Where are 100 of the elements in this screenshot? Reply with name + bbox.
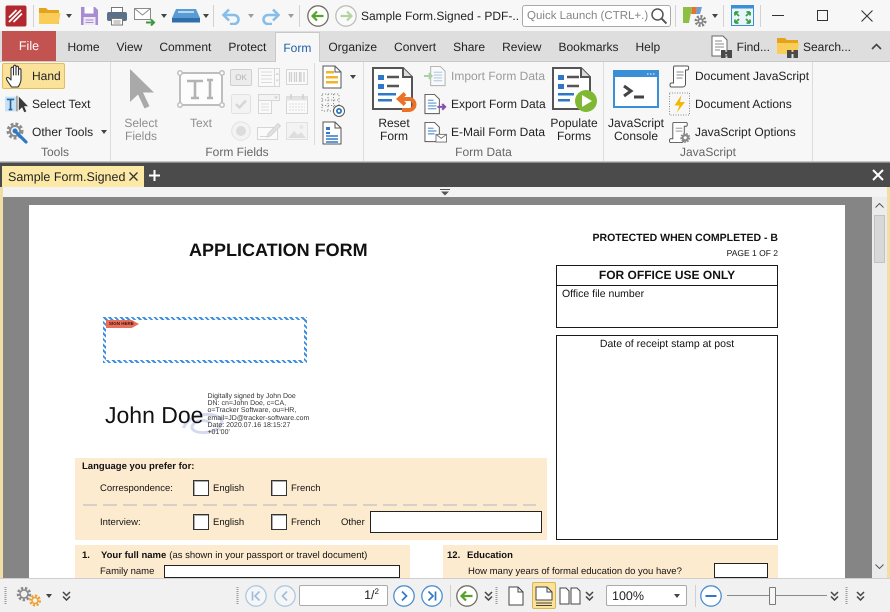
hand-tool-button[interactable]: Hand	[2, 63, 65, 89]
export-document-icon[interactable]	[424, 93, 447, 115]
document-actions-button[interactable]: Document Actions	[665, 91, 796, 117]
checkbox[interactable]	[271, 514, 287, 530]
javascript-console-button[interactable]: JavaScript Console	[607, 63, 665, 143]
caret-icon[interactable]	[161, 14, 167, 18]
zoom-dropdown[interactable]: 100%	[606, 585, 687, 606]
menu-tab[interactable]: Review	[494, 32, 550, 61]
quick-launch-field[interactable]: Quick Launch (CTRL+.)	[522, 4, 672, 26]
close-icon[interactable]	[129, 172, 138, 181]
document-play-icon[interactable]	[550, 65, 598, 113]
wrench-gear-icon[interactable]	[5, 120, 28, 144]
other-tools-button[interactable]: Other Tools	[2, 119, 112, 145]
caret-icon[interactable]	[203, 14, 209, 18]
overflow-chevron-icon[interactable]	[585, 590, 594, 600]
last-page-icon[interactable]	[421, 584, 443, 606]
menu-tab[interactable]: Home	[59, 32, 108, 61]
toolbar-grip-icon[interactable]	[495, 586, 498, 604]
continuous-page-icon[interactable]	[535, 586, 553, 606]
folder-binoculars-icon[interactable]	[776, 35, 800, 59]
menu-tab[interactable]: Convert	[386, 32, 445, 61]
plus-icon[interactable]	[149, 170, 160, 180]
scrollbar-thumb[interactable]	[874, 215, 885, 263]
app-logo-icon[interactable]	[5, 4, 27, 26]
language-row-label: Correspondence:	[100, 482, 174, 494]
section-number: 1.	[82, 550, 91, 560]
checkbox[interactable]	[271, 480, 287, 496]
reset-form-icon[interactable]	[370, 65, 418, 113]
section-title: Education	[467, 550, 513, 560]
toolbar-grip-icon[interactable]	[236, 586, 239, 604]
option-label: English	[213, 482, 244, 494]
overflow-chevron-icon[interactable]	[856, 590, 865, 600]
menu-tab[interactable]: Organize	[320, 32, 386, 61]
document-icon[interactable]	[321, 121, 343, 145]
document-javascript-button[interactable]: Document JavaScript	[665, 63, 814, 89]
menu-tab[interactable]: Share	[444, 32, 494, 61]
caret-icon[interactable]	[101, 130, 108, 134]
envelope-icon[interactable]	[134, 6, 156, 26]
scanner-icon[interactable]	[171, 8, 201, 23]
toolbar-grip-icon[interactable]	[4, 586, 7, 604]
zoom-out-icon[interactable]	[700, 584, 722, 606]
printer-icon[interactable]	[106, 6, 128, 26]
page-number-field[interactable]: 1/$^{2}$	[299, 585, 388, 606]
single-page-icon[interactable]	[508, 586, 524, 606]
scroll-up-icon[interactable]	[875, 203, 884, 208]
reset-form-button[interactable]: Reset Form	[368, 63, 420, 143]
caret-icon[interactable]	[46, 594, 52, 598]
form-document-icon[interactable]	[321, 65, 343, 89]
office-box-title: FOR OFFICE USE ONLY	[557, 266, 777, 286]
lightning-icon[interactable]	[668, 92, 691, 116]
scroll-gear-icon[interactable]	[668, 120, 691, 144]
populate-forms-button[interactable]: Populate Forms	[548, 63, 600, 143]
menu-tab[interactable]: View	[108, 32, 151, 61]
vertical-scrollbar[interactable]	[872, 197, 887, 578]
export-form-data-button[interactable]: Export Form Data	[421, 91, 550, 117]
dotted-grid-eye-icon[interactable]	[321, 93, 345, 117]
document-tab[interactable]: Sample Form.Signed	[2, 166, 144, 187]
expand-toolbar-icon[interactable]	[440, 188, 450, 196]
search-button[interactable]: Search...	[776, 33, 851, 61]
checkbox[interactable]	[193, 480, 209, 496]
file-menu-tab[interactable]: File	[2, 31, 56, 61]
select-text-button[interactable]: Select Text	[2, 91, 94, 117]
fullscreen-icon[interactable]	[731, 5, 754, 26]
email-form-data-button[interactable]: E-Mail Form Data	[421, 119, 550, 145]
two-page-icon[interactable]	[558, 586, 580, 604]
overflow-chevron-icon[interactable]	[830, 590, 839, 600]
text-cursor-icon[interactable]	[5, 93, 28, 115]
continuous-page-button[interactable]	[532, 582, 556, 609]
console-window-icon[interactable]	[613, 70, 659, 108]
caret-icon[interactable]	[712, 14, 718, 18]
family-name-field[interactable]	[164, 565, 400, 578]
scroll-down-icon[interactable]	[875, 564, 884, 569]
next-page-icon[interactable]	[393, 584, 415, 606]
menu-tab[interactable]: Protect	[220, 32, 275, 61]
search-icon[interactable]	[651, 8, 668, 24]
menu-tab[interactable]: Form	[274, 32, 320, 62]
other-label: Other	[341, 516, 365, 528]
menu-tab[interactable]: Help	[627, 32, 669, 61]
menu-tab[interactable]: Comment	[150, 32, 220, 61]
scroll-icon[interactable]	[668, 64, 691, 88]
caret-icon[interactable]	[350, 75, 356, 79]
overflow-chevron-icon[interactable]	[484, 590, 493, 600]
checkbox[interactable]	[193, 514, 209, 530]
close-icon[interactable]	[861, 10, 873, 22]
find-button[interactable]: Find...	[710, 33, 770, 61]
javascript-options-button[interactable]: JavaScript Options	[665, 119, 800, 145]
caret-icon[interactable]	[674, 594, 680, 598]
collapse-chevron-icon[interactable]	[871, 42, 882, 50]
zoom-slider-thumb[interactable]	[768, 586, 776, 604]
menu-tab[interactable]: Bookmarks	[550, 32, 627, 61]
other-language-field[interactable]	[370, 511, 542, 533]
caret-icon[interactable]	[66, 14, 72, 18]
toolbar-grip-icon[interactable]	[845, 586, 848, 604]
years-of-education-field[interactable]	[714, 563, 768, 578]
option-label: French	[291, 516, 321, 528]
maximize-icon[interactable]	[817, 10, 828, 21]
section-note: (as shown in your passport or travel document)	[169, 550, 368, 560]
document-envelope-icon[interactable]	[424, 121, 447, 143]
document-binoculars-icon[interactable]	[710, 35, 734, 59]
overflow-chevron-icon[interactable]	[62, 590, 71, 600]
